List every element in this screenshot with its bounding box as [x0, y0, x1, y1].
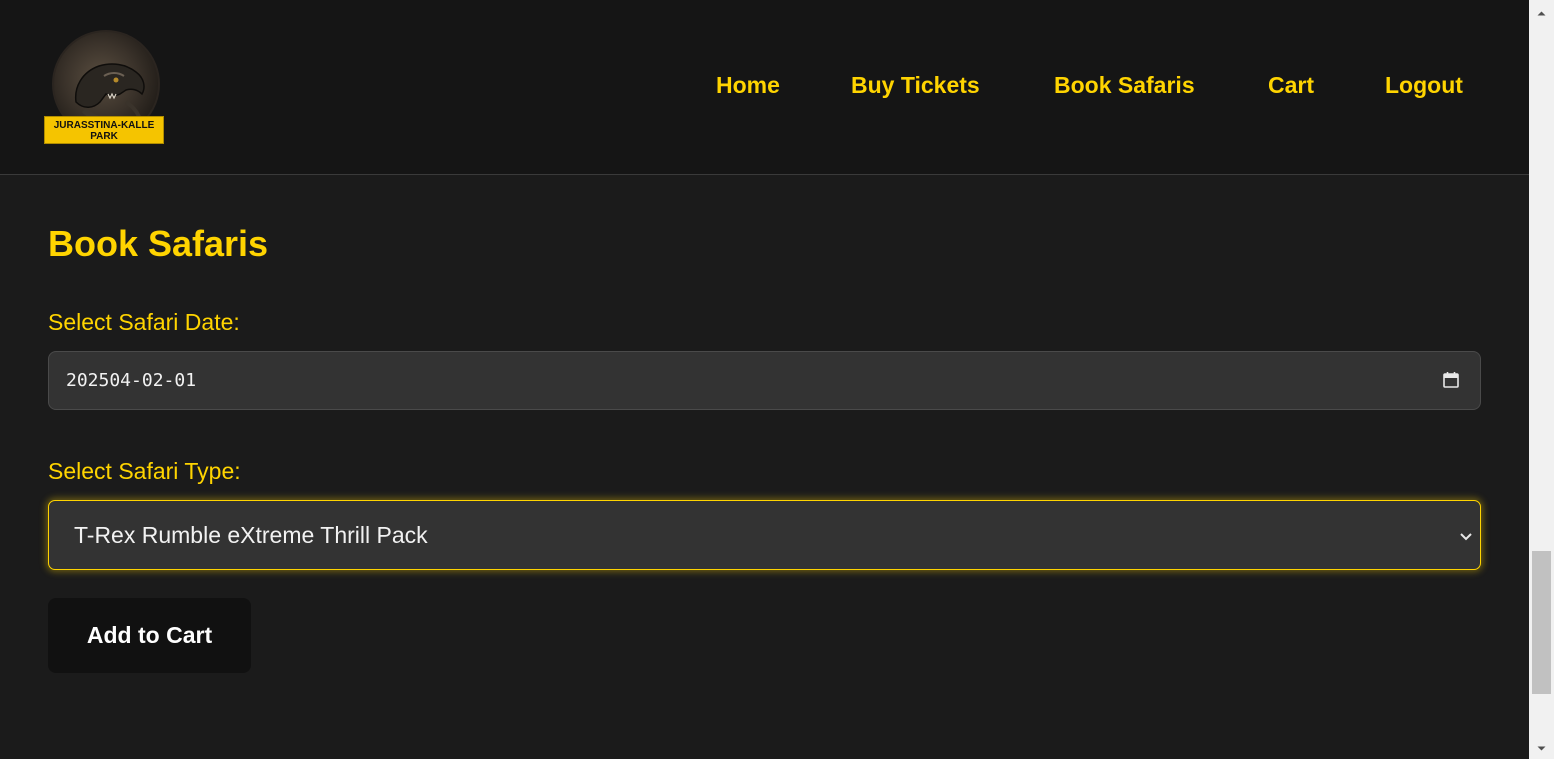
logo-text-line2: PARK [90, 131, 118, 142]
page-title: Book Safaris [48, 223, 269, 264]
calendar-icon[interactable] [1442, 371, 1460, 389]
safari-type-value: T-Rex Rumble eXtreme Thrill Pack [74, 522, 428, 548]
add-to-cart-button[interactable]: Add to Cart [48, 598, 251, 673]
scrollbar-thumb[interactable] [1532, 551, 1551, 694]
nav-logout[interactable]: Logout [1385, 72, 1463, 99]
logo-text-line1: JURASSTINA-KALLE [53, 120, 155, 131]
nav-home[interactable]: Home [716, 72, 780, 99]
nav-book-safaris[interactable]: Book Safaris [1054, 72, 1195, 99]
nav-buy-tickets[interactable]: Buy Tickets [851, 72, 980, 99]
scroll-up-arrow-icon[interactable] [1536, 6, 1547, 17]
park-logo[interactable]: JURASSTINA-KALLE PARK [44, 30, 164, 144]
safari-date-value: 202504-02-01 [66, 370, 197, 391]
vertical-scrollbar[interactable] [1529, 0, 1554, 759]
logo-banner: JURASSTINA-KALLE PARK [44, 116, 164, 144]
safari-type-label: Select Safari Type: [48, 458, 241, 484]
nav-cart[interactable]: Cart [1268, 72, 1314, 99]
scroll-down-arrow-icon[interactable] [1536, 741, 1547, 752]
safari-type-select[interactable]: T-Rex Rumble eXtreme Thrill Pack [48, 500, 1481, 570]
viewport: JURASSTINA-KALLE PARK Home Buy Tickets B… [0, 0, 1529, 759]
site-header: JURASSTINA-KALLE PARK Home Buy Tickets B… [0, 0, 1529, 175]
safari-date-input[interactable]: 202504-02-01 [48, 351, 1481, 410]
chevron-down-icon [1458, 528, 1474, 544]
safari-date-label: Select Safari Date: [48, 309, 240, 335]
page: JURASSTINA-KALLE PARK Home Buy Tickets B… [0, 0, 1554, 759]
